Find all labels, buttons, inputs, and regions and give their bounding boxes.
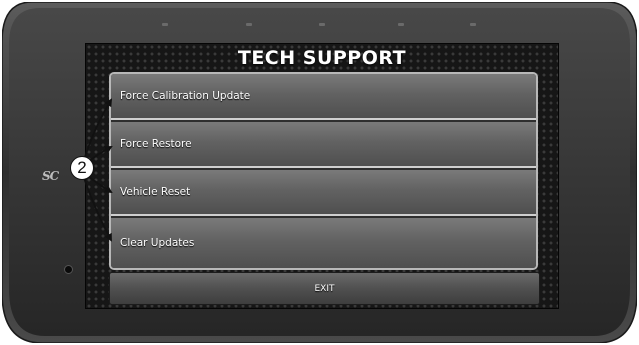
ambient-light-sensor bbox=[64, 265, 73, 274]
page-title: TECH SUPPORT bbox=[237, 47, 407, 69]
brand-logo: SC bbox=[42, 169, 59, 183]
menu-item-vehicle-reset[interactable]: Vehicle Reset bbox=[111, 170, 536, 216]
menu-item-label: Force Calibration Update bbox=[120, 90, 251, 102]
menu-item-label: Clear Updates bbox=[120, 237, 195, 249]
menu-item-label: Force Restore bbox=[120, 138, 192, 150]
menu-item-force-restore[interactable]: Force Restore bbox=[111, 122, 536, 168]
menu-item-label: Vehicle Reset bbox=[120, 186, 191, 198]
exit-button[interactable]: EXIT bbox=[109, 272, 540, 305]
callout-number-badge: 2 bbox=[70, 156, 94, 180]
menu-item-clear-updates[interactable]: Clear Updates bbox=[111, 218, 536, 268]
exit-button-label: EXIT bbox=[314, 283, 335, 294]
menu-panel: Force Calibration Update Force Restore V… bbox=[109, 72, 538, 270]
device-bezel: SC TECH SUPPORT Force Calibration Update… bbox=[2, 2, 637, 343]
display-screen: TECH SUPPORT Force Calibration Update Fo… bbox=[85, 43, 559, 309]
menu-item-force-calibration-update[interactable]: Force Calibration Update bbox=[111, 74, 536, 120]
